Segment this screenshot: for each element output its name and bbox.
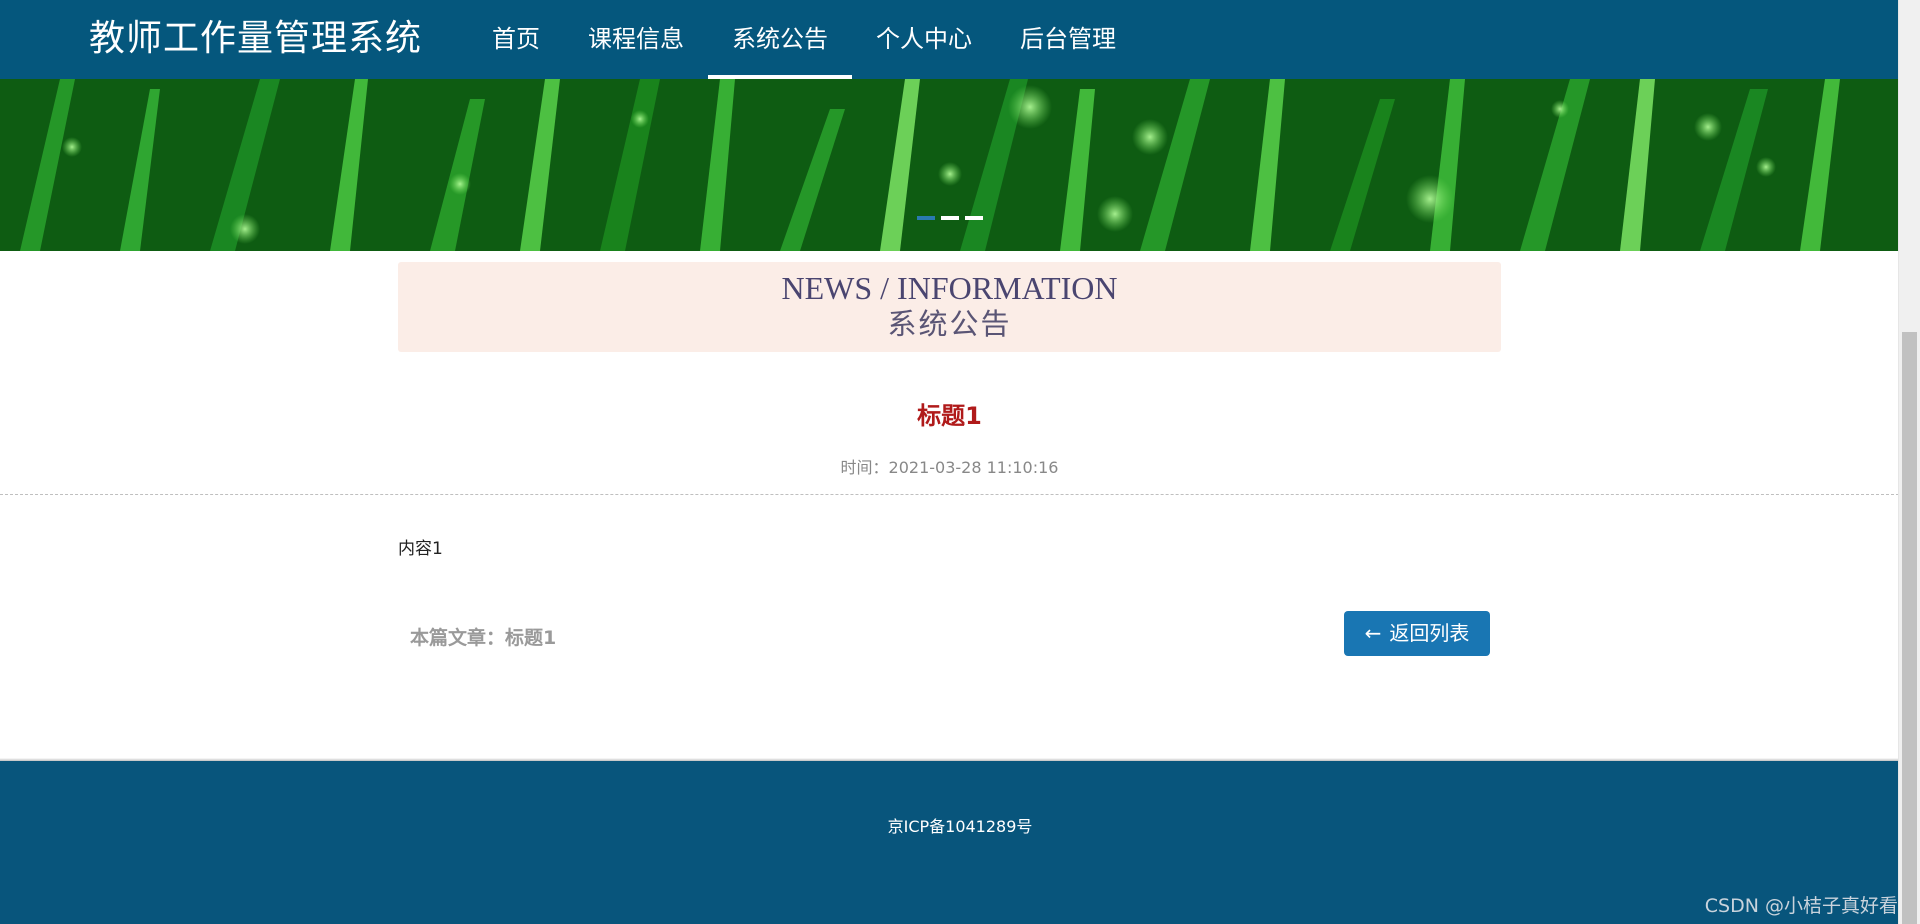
carousel-dot-2[interactable]: [941, 216, 959, 220]
article-title: 标题1: [917, 402, 982, 430]
footer: [0, 761, 1899, 924]
current-article-label: 本篇文章：标题1: [410, 627, 557, 649]
icp-record: 京ICP备1041289号: [887, 817, 1033, 836]
main-nav: 首页 课程信息 系统公告 个人中心 后台管理: [468, 0, 1140, 79]
carousel-dot-1[interactable]: [917, 216, 935, 220]
banner-carousel[interactable]: [0, 79, 1899, 251]
site-brand[interactable]: 教师工作量管理系统: [89, 18, 422, 60]
nav-home[interactable]: 首页: [468, 0, 564, 79]
vertical-scrollbar[interactable]: [1898, 0, 1920, 924]
nav-personal-center[interactable]: 个人中心: [852, 0, 996, 79]
back-to-list-button[interactable]: ← 返回列表: [1344, 611, 1490, 656]
carousel-indicators: [917, 216, 983, 220]
section-chinese-title: 系统公告: [887, 307, 1012, 341]
top-navbar: 教师工作量管理系统 首页 课程信息 系统公告 个人中心 后台管理: [0, 0, 1899, 79]
section-english-title: NEWS / INFORMATION: [781, 270, 1118, 306]
nav-admin[interactable]: 后台管理: [996, 0, 1140, 79]
nav-announcements[interactable]: 系统公告: [708, 0, 852, 79]
arrow-left-icon: ←: [1364, 621, 1382, 645]
nav-course-info[interactable]: 课程信息: [564, 0, 708, 79]
back-button-label: 返回列表: [1389, 621, 1470, 645]
section-header: NEWS / INFORMATION 系统公告: [398, 262, 1501, 352]
article-time: 时间：2021-03-28 11:10:16: [840, 458, 1059, 477]
scrollbar-thumb[interactable]: [1902, 332, 1917, 924]
article-content: 内容1: [398, 539, 443, 559]
carousel-dot-3[interactable]: [965, 216, 983, 220]
divider: [0, 494, 1899, 495]
csdn-watermark: CSDN @小桔子真好看: [1704, 895, 1898, 917]
banner-grass-image: [0, 79, 1899, 251]
page: 教师工作量管理系统 首页 课程信息 系统公告 个人中心 后台管理 NEWS / …: [0, 0, 1920, 924]
